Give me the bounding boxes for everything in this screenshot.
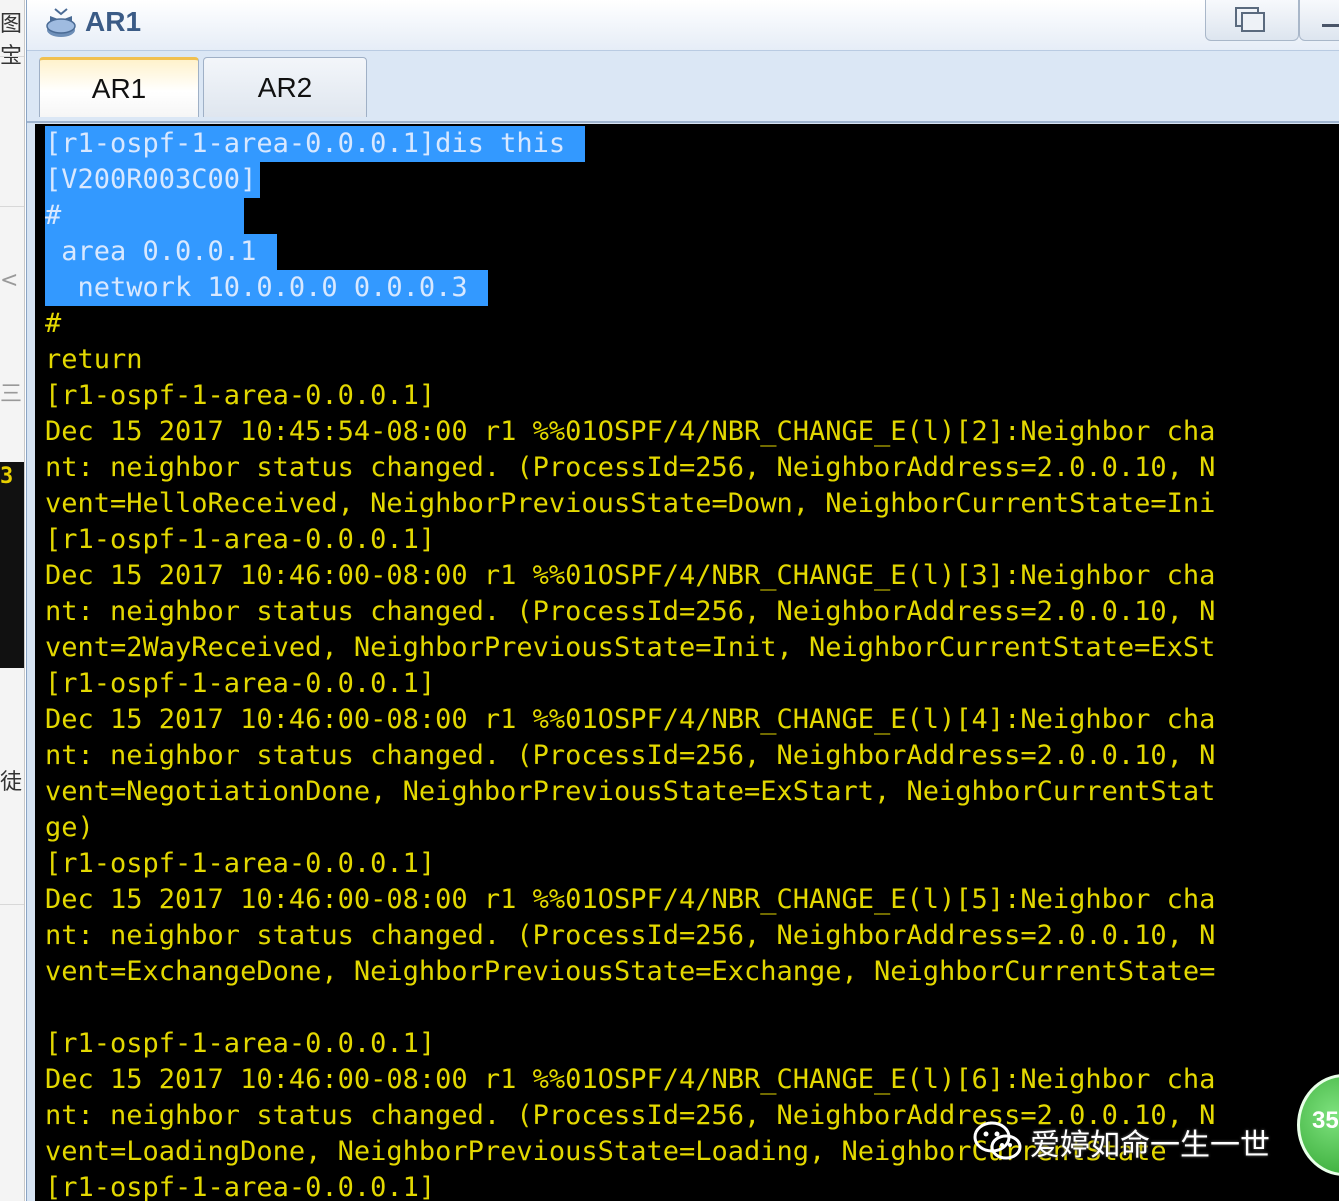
fragment-text: 徒 (0, 770, 23, 795)
terminal-line: [V200R003C00] (45, 162, 261, 198)
minimize-button[interactable] (1299, 0, 1339, 41)
watermark-text: 爱婷如命一生一世 (1030, 1128, 1270, 1163)
badge-count: 35 (1312, 1107, 1339, 1134)
tab-ar2[interactable]: AR2 (203, 57, 367, 117)
terminal-line: vent=HelloReceived, NeighborPreviousStat… (45, 488, 1216, 519)
restore-button[interactable] (1205, 0, 1299, 41)
terminal-line: nt: neighbor status changed. (ProcessId=… (45, 920, 1216, 951)
restore-icon (1235, 7, 1265, 32)
terminal-line: nt: neighbor status changed. (ProcessId=… (45, 596, 1216, 627)
divider (0, 904, 24, 905)
terminal-line: vent=2WayReceived, NeighborPreviousState… (45, 632, 1216, 663)
minimize-icon (1322, 24, 1339, 27)
window-title: AR1 (85, 6, 142, 37)
terminal-line: [r1-ospf-1-area-0.0.0.1] (45, 380, 436, 411)
terminal-line: # (45, 198, 245, 234)
terminal-line: area 0.0.0.1 (45, 234, 277, 270)
terminal-line: Dec 15 2017 10:46:00-08:00 r1 %%01OSPF/4… (45, 560, 1216, 591)
terminal-line: [r1-ospf-1-area-0.0.0.1] (45, 848, 436, 879)
fragment-text: 图宝 (0, 12, 23, 69)
terminal-line: # (45, 308, 62, 339)
wechat-icon (973, 1121, 1022, 1160)
terminal-line: [r1-ospf-1-area-0.0.0.1]dis this (45, 126, 586, 162)
router-icon (46, 8, 76, 37)
divider (0, 206, 24, 207)
terminal-line: ge) (45, 812, 94, 843)
terminal-line: network 10.0.0.0 0.0.0.3 (45, 270, 488, 306)
terminal-line: Dec 15 2017 10:46:00-08:00 r1 %%01OSPF/4… (45, 704, 1216, 735)
dark-panel: 3 (0, 462, 24, 668)
terminal-line: [r1-ospf-1-area-0.0.0.1] (45, 524, 436, 555)
terminal-line: [r1-ospf-1-area-0.0.0.1] (45, 1172, 436, 1201)
terminal-line: nt: neighbor status changed. (ProcessId=… (45, 452, 1216, 483)
background-app-strip: 图宝 < 三 3 徒 (0, 0, 25, 1201)
terminal-line: Dec 15 2017 10:46:00-08:00 r1 %%01OSPF/4… (45, 1064, 1216, 1095)
terminal-line: Dec 15 2017 10:46:00-08:00 r1 %%01OSPF/4… (45, 884, 1216, 915)
terminal-window: AR1 AR1 AR2 [r1-ospf-1-area-0.0.0.1]dis … (26, 0, 1339, 1201)
fragment-text: < (0, 268, 19, 293)
tab-bar: AR1 AR2 (27, 51, 1339, 123)
terminal-line: nt: neighbor status changed. (ProcessId=… (45, 740, 1216, 771)
terminal-line: return (45, 344, 143, 375)
terminal-line: vent=NegotiationDone, NeighborPreviousSt… (45, 776, 1216, 807)
tab-ar1[interactable]: AR1 (39, 57, 199, 117)
terminal-line: vent=ExchangeDone, NeighborPreviousState… (45, 956, 1216, 987)
title-bar[interactable]: AR1 (27, 0, 1339, 51)
fragment-text: 3 (0, 464, 14, 489)
terminal-output[interactable]: [r1-ospf-1-area-0.0.0.1]dis this [V200R0… (35, 124, 1339, 1201)
terminal-line: [r1-ospf-1-area-0.0.0.1] (45, 668, 436, 699)
divider (0, 56, 24, 57)
terminal-line: [r1-ospf-1-area-0.0.0.1] (45, 1028, 436, 1059)
terminal-line: Dec 15 2017 10:45:54-08:00 r1 %%01OSPF/4… (45, 416, 1216, 447)
fragment-text: 三 (0, 382, 23, 407)
